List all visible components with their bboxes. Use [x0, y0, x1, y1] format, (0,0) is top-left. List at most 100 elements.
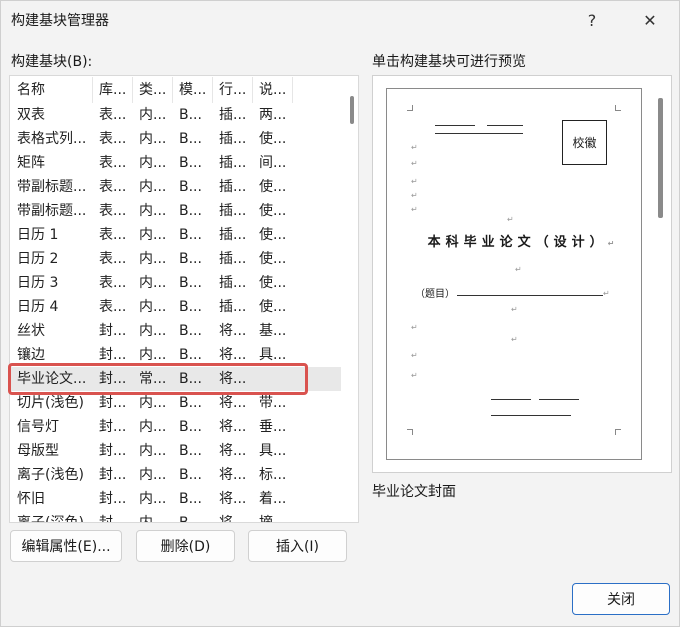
table-row[interactable]: 丝状 封... 内... B... 将... 基... [11, 319, 341, 343]
table-cell: 插... [219, 131, 247, 147]
table-cell: 日历 2 [17, 251, 59, 267]
table-row[interactable]: 日历 3 表... 内... B... 插... 使... [11, 271, 341, 295]
table-row[interactable]: 表格式列... 表... 内... B... 插... 使... [11, 127, 341, 151]
thesis-heading: 本科毕业论文（设计）↵ [421, 231, 621, 250]
column-header-description[interactable]: 说... [253, 77, 293, 103]
table-row[interactable]: 日历 2 表... 内... B... 插... 使... [11, 247, 341, 271]
table-cell: 封... [99, 323, 127, 339]
table-cell: 内... [139, 419, 167, 435]
table-row[interactable]: 带副标题... 表... 内... B... 插... 使... [11, 175, 341, 199]
window-title: 构建基块管理器 [11, 13, 109, 29]
table-row[interactable]: 离子(深色) 封... 内... B... 将... 摘... [11, 511, 341, 523]
table-cell: B... [179, 443, 202, 459]
table-cell: 将... [219, 491, 247, 507]
paragraph-mark: ↵ [411, 351, 418, 360]
building-blocks-dialog: 构建基块管理器 ? ✕ 构建基块(B): 单击构建基块可进行预览 名称 库...… [0, 0, 680, 627]
table-cell: B... [179, 275, 202, 291]
table-cell: 矩阵 [17, 155, 45, 171]
paragraph-mark: ↵ [411, 143, 418, 152]
table-cell: 插... [219, 251, 247, 267]
table-cell: 内... [139, 467, 167, 483]
crop-mark [407, 105, 413, 111]
topic-line [457, 295, 603, 296]
table-cell: 日历 1 [17, 227, 59, 243]
table-row[interactable]: 矩阵 表... 内... B... 插... 间... [11, 151, 341, 175]
table-cell: 内... [139, 179, 167, 195]
table-cell: 日历 3 [17, 275, 59, 291]
table-cell: 表... [99, 299, 127, 315]
paragraph-mark: ↵ [411, 191, 418, 200]
preview-scrollbar-thumb[interactable] [658, 98, 663, 218]
table-cell: 离子(深色) [17, 515, 84, 523]
table-cell: 插... [219, 227, 247, 243]
table-cell: B... [179, 419, 202, 435]
crop-mark [615, 105, 621, 111]
paragraph-mark: ↵ [411, 371, 418, 380]
table-cell: 插... [219, 275, 247, 291]
table-cell: B... [179, 203, 202, 219]
table-cell: 封... [99, 515, 127, 523]
table-cell: 内... [139, 107, 167, 123]
table-cell: 使... [259, 203, 287, 219]
table-row[interactable]: 带副标题... 表... 内... B... 插... 使... [11, 199, 341, 223]
form-line [539, 399, 579, 400]
column-header-gallery[interactable]: 库... [93, 77, 133, 103]
table-cell: B... [179, 131, 202, 147]
table-row[interactable]: 母版型 封... 内... B... 将... 具... [11, 439, 341, 463]
table-cell: B... [179, 179, 202, 195]
form-line [487, 125, 523, 126]
school-seal-box: 校徽 [562, 120, 607, 165]
table-cell: 将... [219, 419, 247, 435]
table-cell: 封... [99, 491, 127, 507]
insert-button[interactable]: 插入(I) [248, 530, 347, 562]
table-cell: 使... [259, 227, 287, 243]
form-line [491, 399, 531, 400]
list-header: 名称 库... 类... 模... 行... 说... [11, 77, 341, 103]
table-row[interactable]: 日历 4 表... 内... B... 插... 使... [11, 295, 341, 319]
crop-mark [407, 429, 413, 435]
table-cell: 标... [259, 467, 287, 483]
table-cell: 怀旧 [17, 491, 45, 507]
table-cell: 信号灯 [17, 419, 59, 435]
table-cell: 内... [139, 251, 167, 267]
table-cell: B... [179, 107, 202, 123]
help-icon[interactable]: ? [577, 7, 607, 33]
paragraph-mark: ↵ [511, 305, 518, 314]
table-cell: B... [179, 491, 202, 507]
table-cell: 表... [99, 179, 127, 195]
table-row[interactable]: 双表 表... 内... B... 插... 两... [11, 103, 341, 127]
close-icon[interactable]: ✕ [635, 7, 665, 33]
table-cell: 垂... [259, 419, 287, 435]
table-cell: 使... [259, 299, 287, 315]
paragraph-mark: ↵ [511, 335, 518, 344]
close-button[interactable]: 关闭 [572, 583, 670, 615]
table-cell: 母版型 [17, 443, 59, 459]
table-row[interactable]: 离子(浅色) 封... 内... B... 将... 标... [11, 463, 341, 487]
table-cell: 丝状 [17, 323, 45, 339]
paragraph-mark: ↵ [411, 323, 418, 332]
table-row[interactable]: 日历 1 表... 内... B... 插... 使... [11, 223, 341, 247]
table-row[interactable]: 怀旧 封... 内... B... 将... 着... [11, 487, 341, 511]
table-cell: 使... [259, 131, 287, 147]
topic-label: （题目） [415, 289, 455, 300]
paragraph-mark: ↵ [507, 215, 514, 224]
table-cell: 内... [139, 299, 167, 315]
table-cell: 日历 4 [17, 299, 59, 315]
table-cell: 摘... [259, 515, 287, 523]
column-header-template[interactable]: 模... [173, 77, 213, 103]
preview-page: 校徽 ↵ ↵ ↵ ↵ ↵ ↵ 本科毕业论文（设计）↵ ↵ （题目） ↵ ↵ ↵ … [386, 88, 642, 460]
column-header-category[interactable]: 类... [133, 77, 173, 103]
edit-properties-button[interactable]: 编辑属性(E)... [10, 530, 122, 562]
table-row[interactable]: 信号灯 封... 内... B... 将... 垂... [11, 415, 341, 439]
table-cell: B... [179, 299, 202, 315]
table-cell: 双表 [17, 107, 45, 123]
table-cell: 带副标题... [17, 203, 87, 219]
table-cell: 内... [139, 155, 167, 171]
list-scrollbar-thumb[interactable] [350, 96, 354, 124]
column-header-behavior[interactable]: 行... [213, 77, 253, 103]
crop-mark [615, 429, 621, 435]
delete-button[interactable]: 删除(D) [136, 530, 235, 562]
column-header-name[interactable]: 名称 [11, 77, 93, 103]
building-blocks-list[interactable]: 名称 库... 类... 模... 行... 说... 双表表... 内... B.… [9, 75, 359, 523]
seal-text: 校徽 [572, 136, 597, 150]
